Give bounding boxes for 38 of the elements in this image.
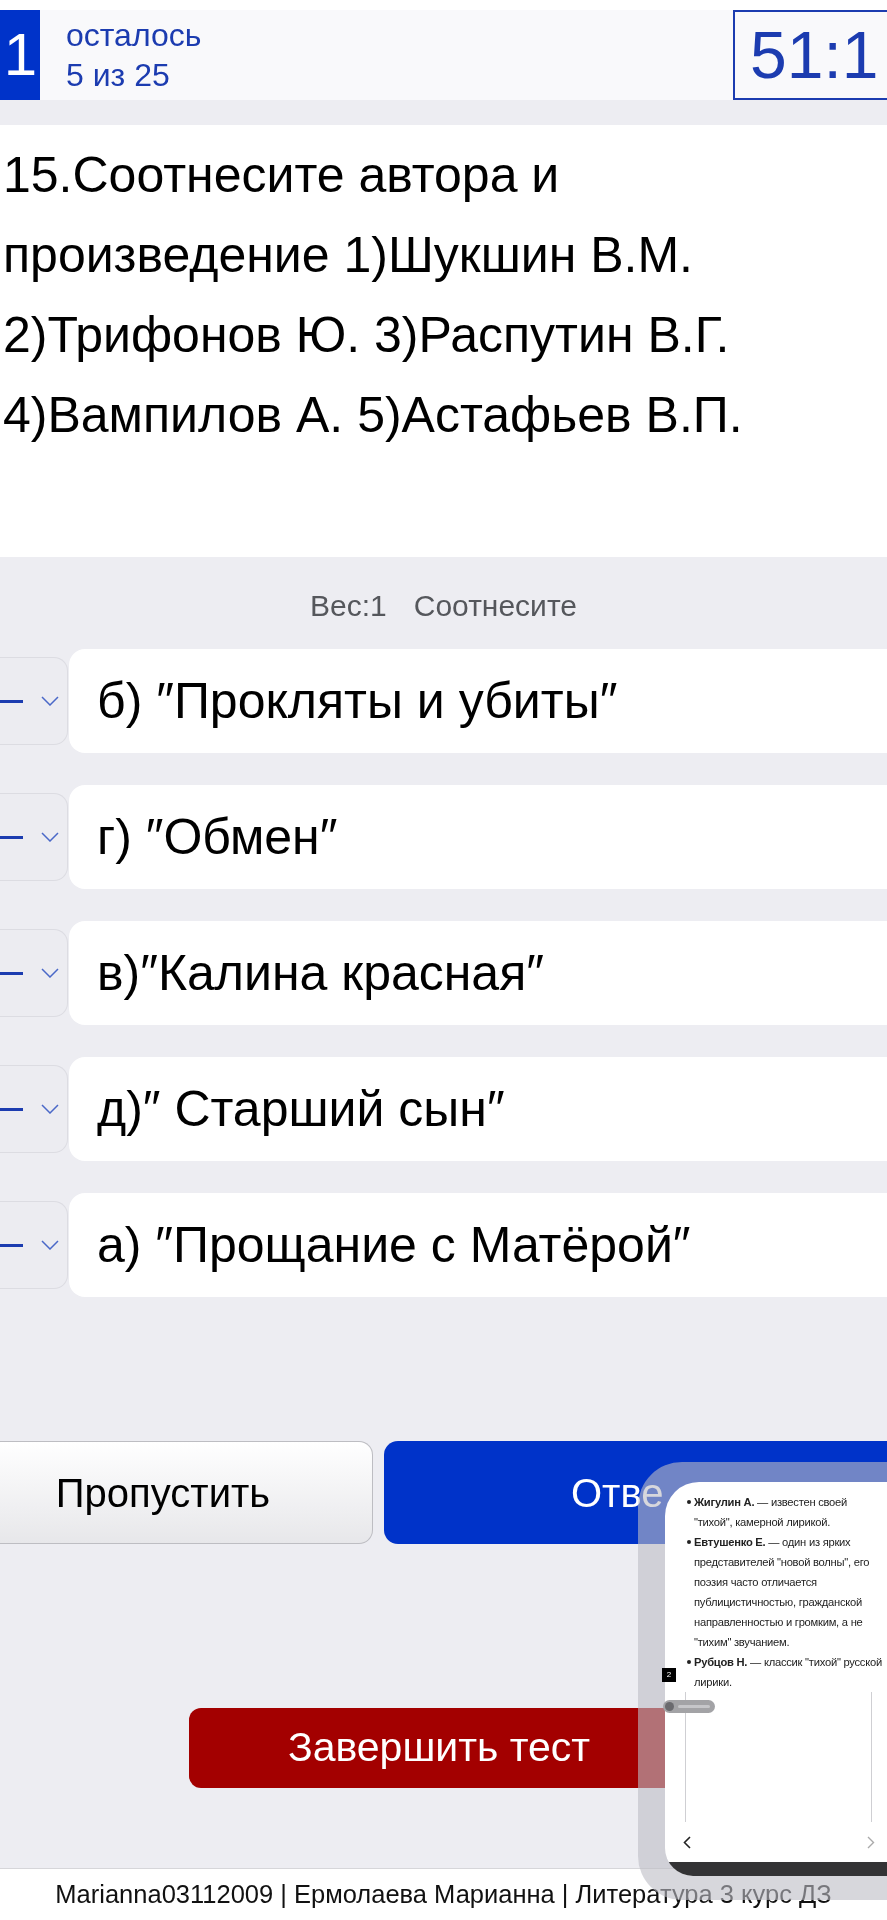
timer: 51:1 (733, 10, 887, 100)
option-card: д)″ Старший сын″ (69, 1057, 887, 1161)
dash-icon (0, 1243, 23, 1247)
question-number: 1 (0, 10, 40, 100)
tag-icon (663, 1700, 715, 1713)
chevron-down-icon (41, 696, 59, 706)
list-item-text: Жигулин А. — известен своей "тихой", камерной лирикой. (694, 1495, 849, 1530)
answer-dropdown[interactable] (0, 929, 68, 1017)
chevron-down-icon (41, 968, 59, 978)
chevron-down-icon (41, 1240, 59, 1250)
remaining-label: осталось (66, 16, 202, 55)
bullet-icon (687, 1540, 691, 1544)
bullet-icon (687, 1660, 691, 1664)
dash-icon (0, 1107, 23, 1111)
remaining-count: 5 из 25 (66, 56, 171, 95)
question-text: 15.Соотнесите автора и произведение 1)Шукшин В.М. 2)Трифонов Ю. 3)Распутин В.Г. 4)Вампилов А. 5)Астафьев В.П. (3, 146, 744, 445)
option-card: а) ″Прощание с Матёрой″ (69, 1193, 887, 1297)
dash-icon (0, 835, 23, 839)
skip-button[interactable]: Пропустить (0, 1441, 373, 1544)
answer-dropdown[interactable] (0, 1065, 68, 1153)
dash-icon (0, 971, 23, 975)
task-type-label: Соотнесите (413, 587, 577, 624)
footer-text: Marianna03112009 | Ермолаева Марианна | Литература 3 курс ДЗ (55, 1879, 832, 1911)
list-item-text: Рубцов Н. — классик "тихой" русской лирики. (694, 1655, 883, 1690)
weight-label: Вес:1 (310, 587, 387, 624)
chevron-down-icon (41, 1104, 59, 1114)
page-number: 2 (662, 1668, 676, 1682)
chevron-down-icon (41, 832, 59, 842)
answer-dropdown[interactable] (0, 657, 68, 745)
answer-dropdown[interactable] (0, 793, 68, 881)
chevron-left-icon[interactable] (683, 1835, 691, 1849)
chevron-right-icon[interactable] (867, 1835, 875, 1849)
option-card: в)″Калина красная″ (69, 921, 887, 1025)
answer-dropdown[interactable] (0, 1201, 68, 1289)
option-card: г) ″Обмен″ (69, 785, 887, 889)
dash-icon (0, 699, 23, 703)
bullet-icon (687, 1500, 691, 1504)
option-card: б) ″Прокляты и убиты″ (69, 649, 887, 753)
